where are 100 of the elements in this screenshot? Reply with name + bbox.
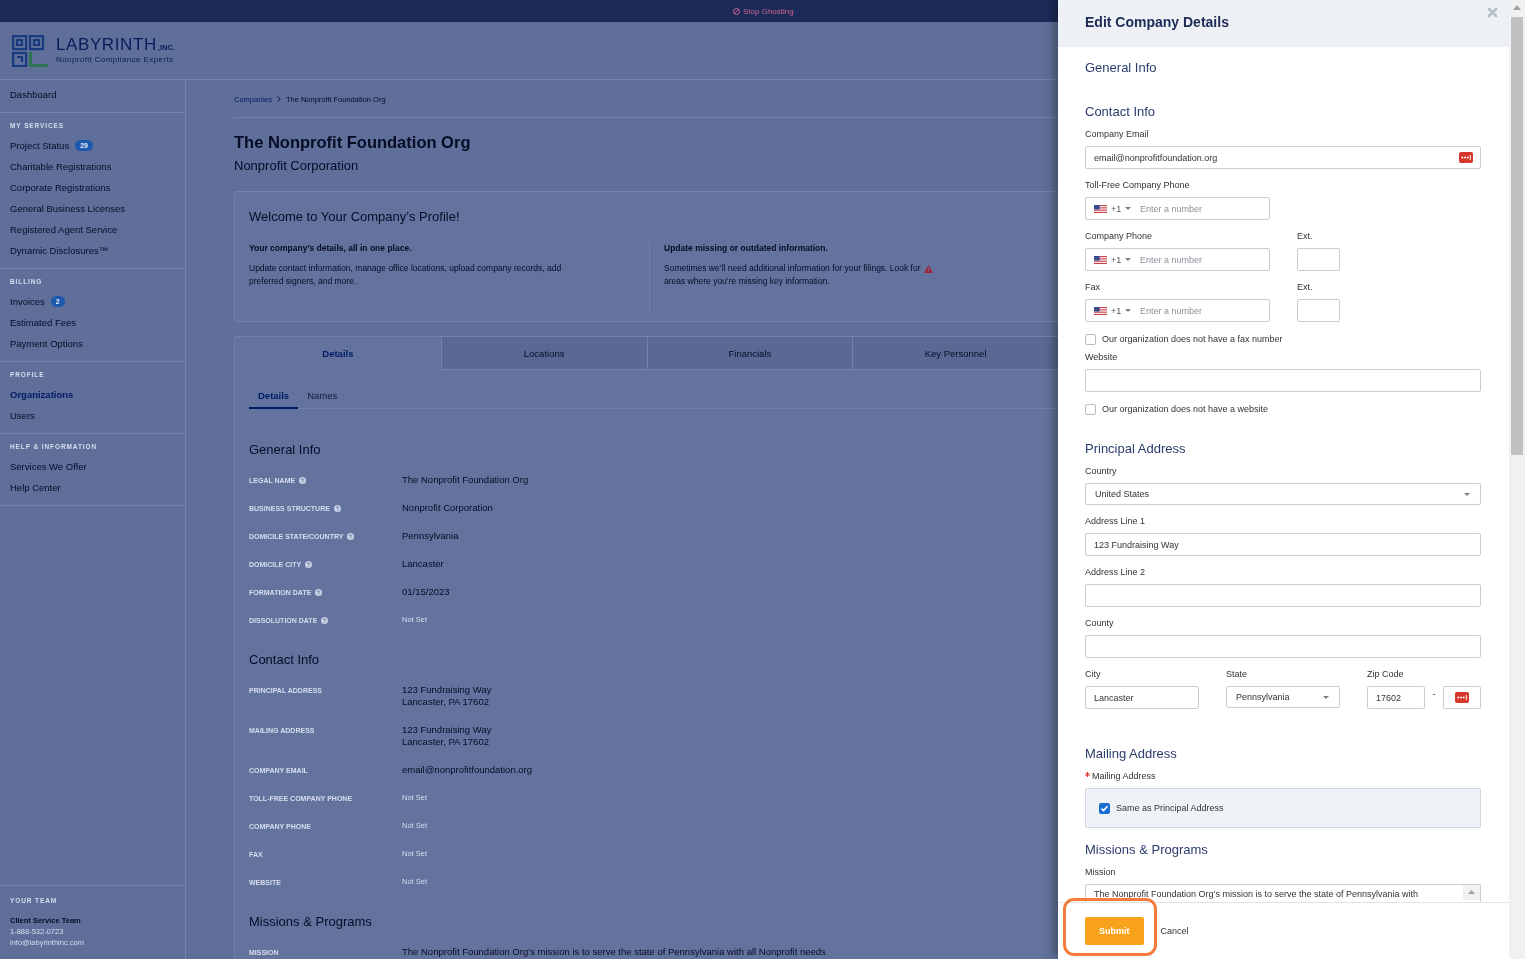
country-code-select[interactable]: +1: [1094, 299, 1132, 322]
field-label: Website: [1085, 351, 1118, 363]
extension-field[interactable]: [1297, 299, 1340, 322]
field-label: Toll-Free Company Phone: [1085, 179, 1190, 191]
panel-title: Edit Company Details: [1085, 13, 1229, 31]
section-heading: Principal Address: [1085, 441, 1186, 457]
primary-button[interactable]: Submit: [1085, 917, 1144, 945]
info-text: Update contact information, manage office locations, upload company records, add preferred signers, and more.: [249, 262, 563, 288]
field-label: Address Line 1: [1085, 515, 1146, 527]
field-value: 01/15/2023: [402, 586, 450, 598]
field-value: The Nonprofit Foundation Org’s mission is to serve the state of Pennsylvania with all Nonprofit needs: [402, 946, 826, 958]
nav-item[interactable]: Payment Options: [0, 333, 185, 354]
caret-icon: [1125, 309, 1132, 312]
tab[interactable]: Financials: [646, 337, 853, 370]
tab[interactable]: Details: [235, 337, 441, 370]
scroll-up-icon[interactable]: [1513, 5, 1521, 10]
field-label: County: [1085, 617, 1114, 629]
subtab[interactable]: Details: [249, 383, 299, 409]
nav-item[interactable]: Services We Offer: [0, 456, 185, 477]
country-code-select[interactable]: +1: [1094, 197, 1132, 220]
flag-icon: [1094, 255, 1107, 264]
caret-icon: [1323, 695, 1329, 699]
subtab[interactable]: Names: [298, 383, 347, 409]
welcome-title: Welcome to Your Company’s Profile!: [249, 209, 460, 225]
field-value: Pennsylvania: [402, 530, 459, 542]
field-value: Nonprofit Corporation: [402, 502, 493, 514]
field-label: Zip Code: [1367, 668, 1404, 680]
country-code-select[interactable]: +1: [1094, 248, 1132, 271]
field-label: Country: [1085, 465, 1117, 477]
caret-icon: [1125, 207, 1132, 210]
field-label: State: [1226, 668, 1247, 680]
field-value: 123 Fundraising Way Lancaster, PA 17602: [402, 724, 492, 748]
field-label: Mission: [1085, 866, 1116, 878]
field-value: Lancaster: [402, 558, 444, 570]
tab[interactable]: Locations: [440, 337, 647, 370]
scrollbar[interactable]: [1509, 0, 1525, 959]
checkbox[interactable]: [1099, 802, 1110, 814]
company-title: The Nonprofit Foundation Org: [234, 132, 471, 152]
field-label: Ext.: [1297, 281, 1313, 293]
field-value: The Nonprofit Foundation Org: [402, 474, 529, 486]
checkbox[interactable]: [1085, 333, 1096, 345]
field-label: Company Email: [1085, 128, 1149, 140]
field-label: Address Line 2: [1085, 566, 1146, 578]
scrollbar-thumb[interactable]: [1511, 17, 1523, 455]
extension-field[interactable]: [1297, 248, 1340, 271]
section-heading: Missions & Programs: [1085, 842, 1208, 858]
prohibited-icon: [733, 7, 740, 15]
text-link-button[interactable]: Cancel: [1160, 926, 1189, 936]
company-type: Nonprofit Corporation: [234, 158, 359, 174]
close-icon[interactable]: [1487, 7, 1498, 18]
text-field[interactable]: [1085, 369, 1481, 392]
checkbox-label[interactable]: Same as Principal Address: [1116, 802, 1224, 814]
zip-field[interactable]: 17602: [1367, 686, 1425, 709]
info-heading: Update missing or outdated information.: [664, 242, 828, 254]
nav-item[interactable]: Registered Agent Service: [0, 219, 185, 240]
nav-item[interactable]: General Business Licenses: [0, 198, 185, 219]
caret-icon: [1464, 492, 1470, 496]
caret-icon: [1125, 258, 1132, 261]
flag-icon: [1094, 204, 1107, 213]
field-label: Mailing Address: [1092, 770, 1156, 782]
section-heading: Contact Info: [1085, 104, 1156, 120]
nav-item[interactable]: Help Center: [0, 477, 185, 498]
info-text: Sometimes we’ll need additional information for your filings. Look for: [664, 262, 921, 275]
field-label: Ext.: [1297, 230, 1313, 242]
section-heading: General Info: [249, 442, 321, 458]
field-value: email@nonprofitfoundation.org: [402, 764, 533, 776]
text-field[interactable]: 123 Fundraising Way: [1085, 533, 1481, 556]
checkbox-label[interactable]: Our organization does not have a fax number: [1102, 333, 1283, 345]
section-heading: Contact Info: [249, 652, 320, 668]
logo-icon: [12, 34, 48, 67]
scroll-up-icon[interactable]: [1463, 885, 1480, 900]
select-field[interactable]: Pennsylvania: [1226, 686, 1340, 708]
nav-item[interactable]: Estimated Fees: [0, 312, 185, 333]
separator: -: [1431, 688, 1437, 700]
brand-name: LABYRINTH: [56, 36, 157, 54]
nav-item[interactable]: Dynamic Disclosures™: [0, 240, 185, 261]
zip-extension-field[interactable]: [1443, 686, 1481, 709]
nav-item[interactable]: Dashboard: [0, 84, 185, 105]
text-field[interactable]: [1085, 635, 1481, 658]
nav-item[interactable]: Users: [0, 405, 185, 426]
checkbox[interactable]: [1085, 403, 1096, 415]
warning-icon: [923, 264, 933, 273]
info-heading: Your company’s details, all in one place.: [249, 242, 412, 254]
text-field[interactable]: [1085, 584, 1481, 607]
flag-icon: [1094, 306, 1107, 315]
stop-ghosting-link[interactable]: Stop Ghosting: [733, 6, 794, 16]
tab[interactable]: Key Personnel: [852, 337, 1058, 370]
select-field[interactable]: United States: [1085, 483, 1481, 505]
field-label: City: [1085, 668, 1101, 680]
field-label: Fax: [1085, 281, 1100, 293]
nav-item[interactable]: Charitable Registrations: [0, 156, 185, 177]
info-text: areas where you’re missing key information.: [664, 275, 830, 288]
nav-item[interactable]: Organizations: [0, 384, 185, 405]
text-field[interactable]: email@nonprofitfoundation.org: [1085, 146, 1481, 169]
field-label: Company Phone: [1085, 230, 1153, 242]
text-field[interactable]: Lancaster: [1085, 686, 1199, 709]
nav-item[interactable]: Corporate Registrations: [0, 177, 185, 198]
section-heading: General Info: [1085, 60, 1157, 76]
field-value: 123 Fundraising Way Lancaster, PA 17602: [402, 684, 492, 708]
checkbox-label[interactable]: Our organization does not have a website: [1102, 403, 1269, 415]
